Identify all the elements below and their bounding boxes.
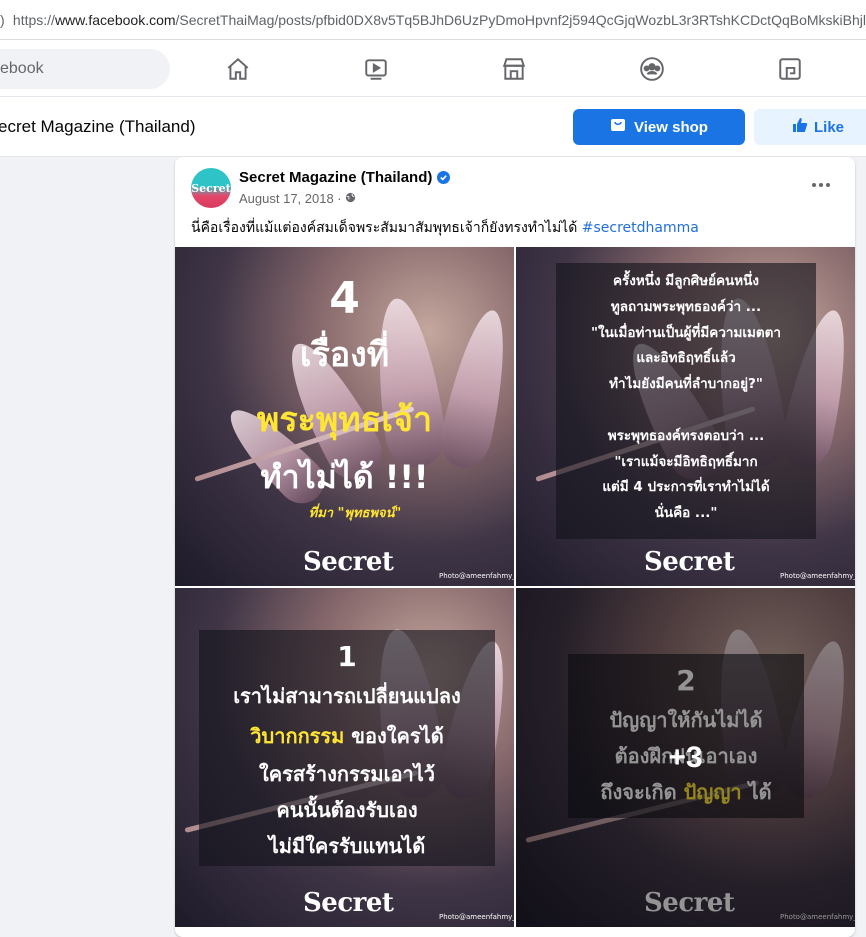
- post-image-2[interactable]: ครั้งหนึ่ง มีลูกศิษย์คนหนึ่ง ทูลถามพระพุ…: [516, 247, 855, 586]
- shop-icon: [610, 117, 626, 137]
- url-text[interactable]: https://www.facebook.com/SecretThaiMag/p…: [13, 12, 866, 28]
- tile-3-text-panel: 1 เราไม่สามารถเปลี่ยนแปลง วิบากกรรม ของใ…: [199, 630, 495, 866]
- caption-text: นี่คือเรื่องที่แม้แต่องค์สมเด็จพระสัมมาส…: [191, 220, 582, 236]
- secret-logo: Secret: [303, 547, 394, 577]
- photo-credit: Photo@ameenfahmy_: [439, 913, 514, 921]
- photo-credit: Photo@ameenfahmy_: [439, 572, 514, 580]
- tile-3-line: คนนั้นต้องรับเอง: [276, 798, 418, 822]
- post-image-1[interactable]: 4 เรื่องที่ พระพุทธเจ้า ทำไม่ได้ !!! ที่…: [175, 247, 514, 586]
- home-icon[interactable]: [222, 53, 254, 85]
- page-title[interactable]: ecret Magazine (Thailand): [0, 117, 195, 137]
- more-photos-overlay[interactable]: +3: [516, 588, 855, 927]
- like-label: Like: [814, 118, 845, 136]
- browser-url-bar[interactable]: ) https://www.facebook.com/SecretThaiMag…: [0, 0, 866, 40]
- view-shop-button[interactable]: View shop: [573, 109, 745, 145]
- post-author[interactable]: Secret Magazine (Thailand): [239, 169, 451, 186]
- tile-3-number: 1: [337, 640, 357, 673]
- secret-logo: Secret: [644, 547, 735, 577]
- post-image-3[interactable]: 1 เราไม่สามารถเปลี่ยนแปลง วิบากกรรม ของใ…: [175, 588, 514, 927]
- url-host: www.facebook.com: [54, 11, 176, 28]
- tile-2-line: แต่มี 4 ประการที่เราทำไม่ได้: [602, 479, 770, 496]
- post-author-name: Secret Magazine (Thailand): [239, 169, 433, 186]
- groups-icon[interactable]: [636, 53, 668, 85]
- verified-badge-icon: [437, 171, 451, 184]
- more-options-icon[interactable]: [809, 175, 833, 195]
- tile-1-line: ทำไม่ได้ !!!: [260, 458, 429, 496]
- tile-3-line: ไม่มีใครรับแทนได้: [268, 834, 426, 858]
- page-header: ecret Magazine (Thailand) View shop Like: [0, 97, 866, 157]
- tile-2-line: "ในเมื่อท่านเป็นผู้ที่มีความเมตตา: [590, 324, 782, 341]
- tile-3-line: ใครสร้างกรรมเอาไว้: [259, 762, 435, 786]
- tile-1-line: เรื่องที่: [299, 335, 390, 375]
- tile-2-line: พระพุทธองค์ทรงตอบว่า ...: [607, 427, 765, 444]
- avatar[interactable]: Secret: [191, 168, 231, 208]
- tile-2-spacer: [556, 398, 816, 424]
- tile-2-line: "เราแม้จะมีอิทธิฤทธิ์มาก: [614, 453, 758, 470]
- tile-2-text-panel: ครั้งหนึ่ง มีลูกศิษย์คนหนึ่ง ทูลถามพระพุ…: [556, 263, 816, 539]
- more-photos-count: +3: [668, 740, 703, 774]
- tile-1-number: 4: [329, 273, 360, 324]
- tile-3-line: เราไม่สามารถเปลี่ยนแปลง: [233, 684, 461, 708]
- post-image-4[interactable]: 2 ปัญญาให้กันไม่ได้ ต้องฝึกฝนเอาเอง ถึงจ…: [516, 588, 855, 927]
- tile-2-line: นั่นคือ ...": [654, 505, 718, 522]
- watch-icon[interactable]: [360, 53, 392, 85]
- url-prefix: https://: [12, 11, 55, 28]
- search-input[interactable]: ebook: [0, 49, 170, 89]
- facebook-top-nav: ebook: [0, 40, 866, 97]
- like-page-button[interactable]: Like: [754, 109, 866, 145]
- tile-3-highlight: วิบากกรรม: [250, 724, 345, 748]
- tile-1-source: ที่มา "พุทธพจน์": [308, 506, 402, 521]
- url-path: /SecretThaiMag/posts/pfbid0DX8v5Tq5BJhD6…: [175, 11, 866, 28]
- post-meta: August 17, 2018 ·: [239, 191, 356, 206]
- globe-icon: [345, 191, 356, 206]
- thumbs-up-icon: [792, 117, 808, 137]
- post-date[interactable]: August 17, 2018 ·: [239, 191, 342, 206]
- post-card: Secret Secret Magazine (Thailand) August…: [175, 157, 855, 937]
- secret-logo: Secret: [303, 888, 394, 918]
- url-bar-edge: ): [0, 11, 5, 28]
- tile-2-line: ทำไมยังมีคนที่ลำบากอยู่?": [609, 376, 763, 393]
- tile-2-line: ทูลถามพระพุทธองค์ว่า ...: [610, 298, 762, 315]
- tile-3-line-highlight-row: วิบากกรรม ของใครได้: [199, 720, 495, 752]
- gaming-icon[interactable]: [774, 53, 806, 85]
- tile-3-line: ของใครได้: [344, 724, 444, 748]
- post-caption: นี่คือเรื่องที่แม้แต่องค์สมเด็จพระสัมมาส…: [191, 217, 699, 239]
- tile-1-highlight: พระพุทธเจ้า: [256, 400, 433, 440]
- tile-2-line: และอิทธิฤทธิ์แล้ว: [636, 350, 736, 367]
- tile-2-line: ครั้งหนึ่ง มีลูกศิษย์คนหนึ่ง: [613, 273, 759, 289]
- marketplace-icon[interactable]: [498, 53, 530, 85]
- view-shop-label: View shop: [634, 118, 708, 136]
- hashtag-link[interactable]: #secretdhamma: [582, 220, 699, 236]
- photo-credit: Photo@ameenfahmy_: [780, 572, 855, 580]
